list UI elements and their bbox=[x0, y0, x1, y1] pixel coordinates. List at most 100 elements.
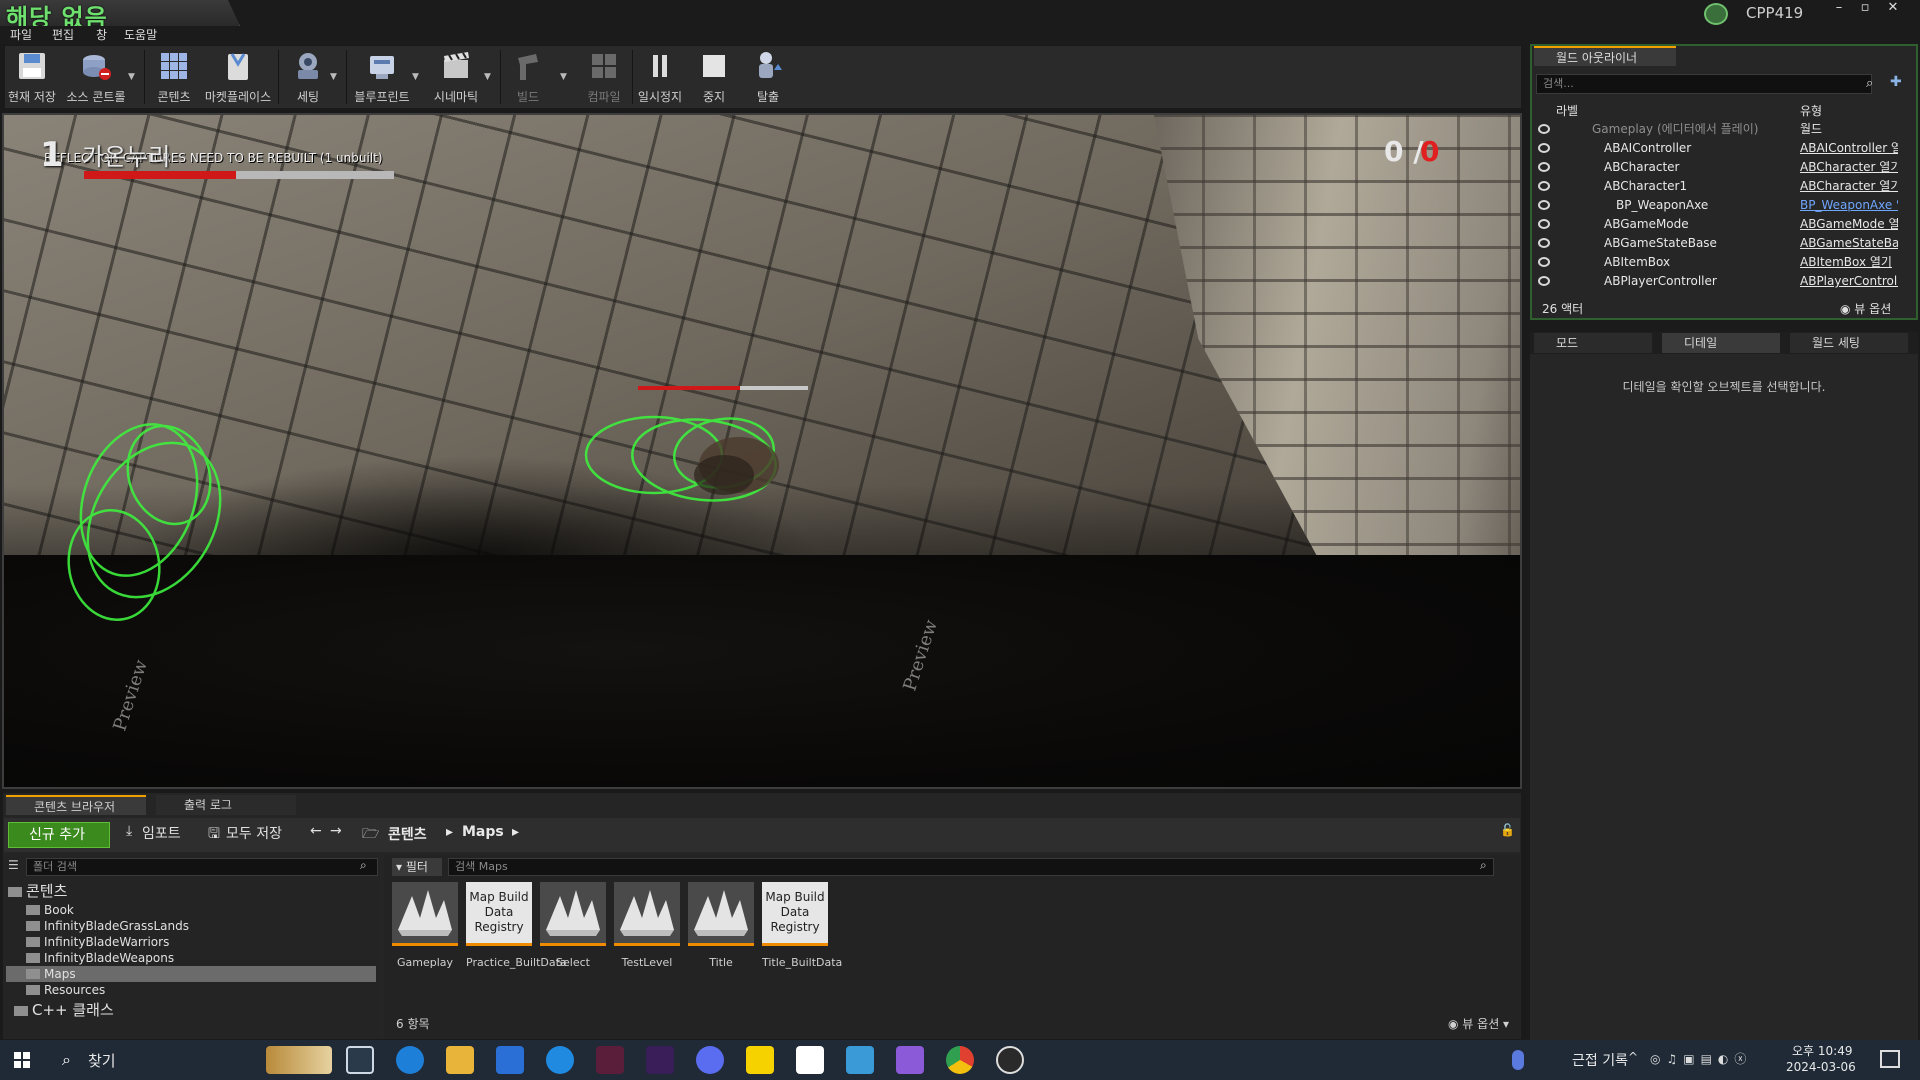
asset-search-input[interactable]: 검색 Maps bbox=[448, 858, 1494, 876]
eye-icon[interactable] bbox=[1538, 257, 1550, 267]
menu-window[interactable]: 창 bbox=[96, 26, 107, 43]
chevron-down-icon[interactable]: ▼ bbox=[330, 72, 337, 82]
outliner-row[interactable]: ABAIController ABAIController 열기 bbox=[1536, 139, 1898, 158]
filter-button[interactable]: ▾ 필터 bbox=[392, 858, 442, 876]
source-control-button[interactable]: 소스 콘트롤 bbox=[66, 48, 126, 106]
tree-item-maps[interactable]: Maps bbox=[26, 966, 76, 982]
back-arrow-icon[interactable]: ← bbox=[310, 823, 322, 839]
breadcrumb-maps[interactable]: Maps bbox=[462, 824, 504, 840]
outliner-row[interactable]: ABGameMode ABGameMode 열기 bbox=[1536, 215, 1898, 234]
chevron-down-icon[interactable]: ▼ bbox=[484, 72, 491, 82]
windows-start-icon[interactable] bbox=[14, 1052, 30, 1068]
tree-item-weapons[interactable]: InfinityBladeWeapons bbox=[26, 950, 174, 966]
tray-icons[interactable]: ◎♫▣▤◐ⓧ bbox=[1650, 1050, 1752, 1067]
lock-icon[interactable]: 🔓 bbox=[1500, 823, 1515, 837]
tab-output-log[interactable]: 출력 로그 bbox=[156, 795, 296, 815]
file-explorer-icon[interactable] bbox=[446, 1046, 474, 1074]
tree-item-grasslands[interactable]: InfinityBladeGrassLands bbox=[26, 918, 189, 934]
eye-icon[interactable] bbox=[1538, 143, 1550, 153]
taskbar-search[interactable]: 찾기 bbox=[88, 1050, 116, 1071]
kakaotalk-icon[interactable] bbox=[746, 1046, 774, 1074]
outliner-row[interactable]: Gameplay (에디터에서 플레이) 월드 bbox=[1536, 120, 1898, 139]
eject-button[interactable]: 탈출 bbox=[738, 48, 798, 106]
asset-testlevel[interactable]: TestLevel bbox=[614, 882, 680, 969]
minimize-button[interactable]: – bbox=[1828, 0, 1850, 16]
close-button[interactable]: ✕ bbox=[1882, 0, 1904, 16]
app-icon[interactable] bbox=[546, 1046, 574, 1074]
breadcrumb-content[interactable]: 콘텐츠 bbox=[388, 824, 427, 844]
nexon-icon[interactable] bbox=[646, 1046, 674, 1074]
add-new-button[interactable]: 신규 추가 bbox=[8, 822, 110, 848]
tray-label[interactable]: 근접 기록 bbox=[1572, 1050, 1628, 1070]
chrome-icon[interactable] bbox=[946, 1046, 974, 1074]
outliner-search-input[interactable]: 검색... bbox=[1536, 74, 1872, 94]
tree-item-book[interactable]: Book bbox=[26, 902, 74, 918]
level-viewport[interactable]: REFLECTION CAPTURES NEED TO BE REBUILT (… bbox=[2, 113, 1522, 789]
menu-edit[interactable]: 편집 bbox=[52, 26, 74, 43]
asset-gameplay[interactable]: Gameplay bbox=[392, 882, 458, 969]
eye-icon[interactable] bbox=[1538, 200, 1550, 210]
folder-search-input[interactable]: 폴더 검색 bbox=[26, 858, 378, 876]
collapse-sources-icon[interactable]: ☰ bbox=[8, 858, 19, 872]
column-label[interactable]: 라벨 bbox=[1556, 102, 1578, 119]
save-current-button[interactable]: 현재 저장 bbox=[2, 48, 62, 106]
task-view-icon[interactable] bbox=[346, 1046, 374, 1074]
unreal-engine-icon[interactable] bbox=[996, 1046, 1024, 1074]
outliner-row[interactable]: BP_WeaponAxe BP_WeaponAxe 열기 bbox=[1536, 196, 1898, 215]
notification-icon[interactable] bbox=[1880, 1050, 1900, 1068]
notion-icon[interactable] bbox=[796, 1046, 824, 1074]
import-icon[interactable]: ⤓ bbox=[126, 823, 132, 839]
tab-world-settings[interactable]: 월드 세팅 bbox=[1790, 333, 1908, 353]
chevron-down-icon[interactable]: ▼ bbox=[560, 72, 567, 82]
tab-modes[interactable]: 모드 bbox=[1534, 333, 1652, 353]
eye-icon[interactable] bbox=[1538, 181, 1550, 191]
save-all-button[interactable]: 모두 저장 bbox=[226, 823, 282, 843]
settings-button[interactable]: 세팅 bbox=[278, 48, 338, 106]
marketplace-button[interactable]: 마켓플레이스 bbox=[205, 48, 271, 106]
clock-date[interactable]: 2024-03-06 bbox=[1786, 1060, 1856, 1074]
asset-title-builtdata[interactable]: Map Build Data Registry Title_BuiltData bbox=[762, 882, 842, 969]
content-button[interactable]: 콘텐츠 bbox=[144, 48, 204, 106]
eye-icon[interactable] bbox=[1538, 162, 1550, 172]
outliner-row[interactable]: ABItemBox ABItemBox 열기 bbox=[1536, 253, 1898, 272]
tree-item-cpp-classes[interactable]: C++ 클래스 bbox=[14, 1002, 114, 1018]
tray-app-icon[interactable] bbox=[1512, 1050, 1524, 1070]
eye-icon[interactable] bbox=[1538, 276, 1550, 286]
search-highlight-image[interactable] bbox=[266, 1046, 332, 1074]
chevron-up-icon[interactable]: ^ bbox=[1628, 1050, 1638, 1064]
blueprint-button[interactable]: 블루프린트 bbox=[352, 48, 412, 106]
tree-item-warriors[interactable]: InfinityBladeWarriors bbox=[26, 934, 169, 950]
clock-time[interactable]: 오후 10:49 bbox=[1792, 1042, 1852, 1059]
import-button[interactable]: 임포트 bbox=[142, 823, 181, 843]
tab-details[interactable]: 디테일 bbox=[1662, 333, 1780, 353]
search-icon[interactable]: ⌕ bbox=[62, 1050, 71, 1070]
outliner-row[interactable]: ABPlayerController ABPlayerController 열기 bbox=[1536, 272, 1898, 291]
tree-item-resources[interactable]: Resources bbox=[26, 982, 105, 998]
eye-icon[interactable] bbox=[1538, 219, 1550, 229]
chevron-down-icon[interactable]: ▼ bbox=[412, 72, 419, 82]
chevron-down-icon[interactable]: ▼ bbox=[128, 72, 135, 82]
cinematic-button[interactable]: 시네마틱 bbox=[426, 48, 486, 106]
column-type[interactable]: 유형 bbox=[1800, 102, 1822, 119]
discord-icon[interactable] bbox=[696, 1046, 724, 1074]
app-icon[interactable] bbox=[596, 1046, 624, 1074]
asset-title[interactable]: Title bbox=[688, 882, 754, 969]
forward-arrow-icon[interactable]: → bbox=[330, 823, 342, 839]
outliner-row[interactable]: ABCharacter1 ABCharacter 열기 bbox=[1536, 177, 1898, 196]
edge-browser-icon[interactable] bbox=[396, 1046, 424, 1074]
asset-select[interactable]: Select bbox=[540, 882, 606, 969]
tab-world-outliner[interactable]: 월드 아웃라이너 bbox=[1534, 46, 1676, 66]
asset-practice-builtdata[interactable]: Map Build Data Registry Practice_BuiltDa… bbox=[466, 882, 567, 969]
eye-icon[interactable] bbox=[1538, 238, 1550, 248]
tab-content-browser[interactable]: 콘텐츠 브라우저 bbox=[6, 795, 146, 815]
menu-help[interactable]: 도움말 bbox=[124, 26, 157, 43]
outliner-row[interactable]: ABCharacter ABCharacter 열기 bbox=[1536, 158, 1898, 177]
add-actor-icon[interactable]: ✚ bbox=[1890, 74, 1902, 90]
visual-studio-icon[interactable] bbox=[896, 1046, 924, 1074]
menu-file[interactable]: 파일 bbox=[10, 26, 32, 43]
mail-icon[interactable] bbox=[496, 1046, 524, 1074]
save-all-icon[interactable]: 🖫 bbox=[208, 823, 220, 847]
build-button[interactable]: 빌드 bbox=[498, 48, 558, 106]
eye-icon[interactable] bbox=[1538, 124, 1550, 134]
view-options-button[interactable]: ◉ 뷰 옵션 ▾ bbox=[1448, 1015, 1509, 1032]
